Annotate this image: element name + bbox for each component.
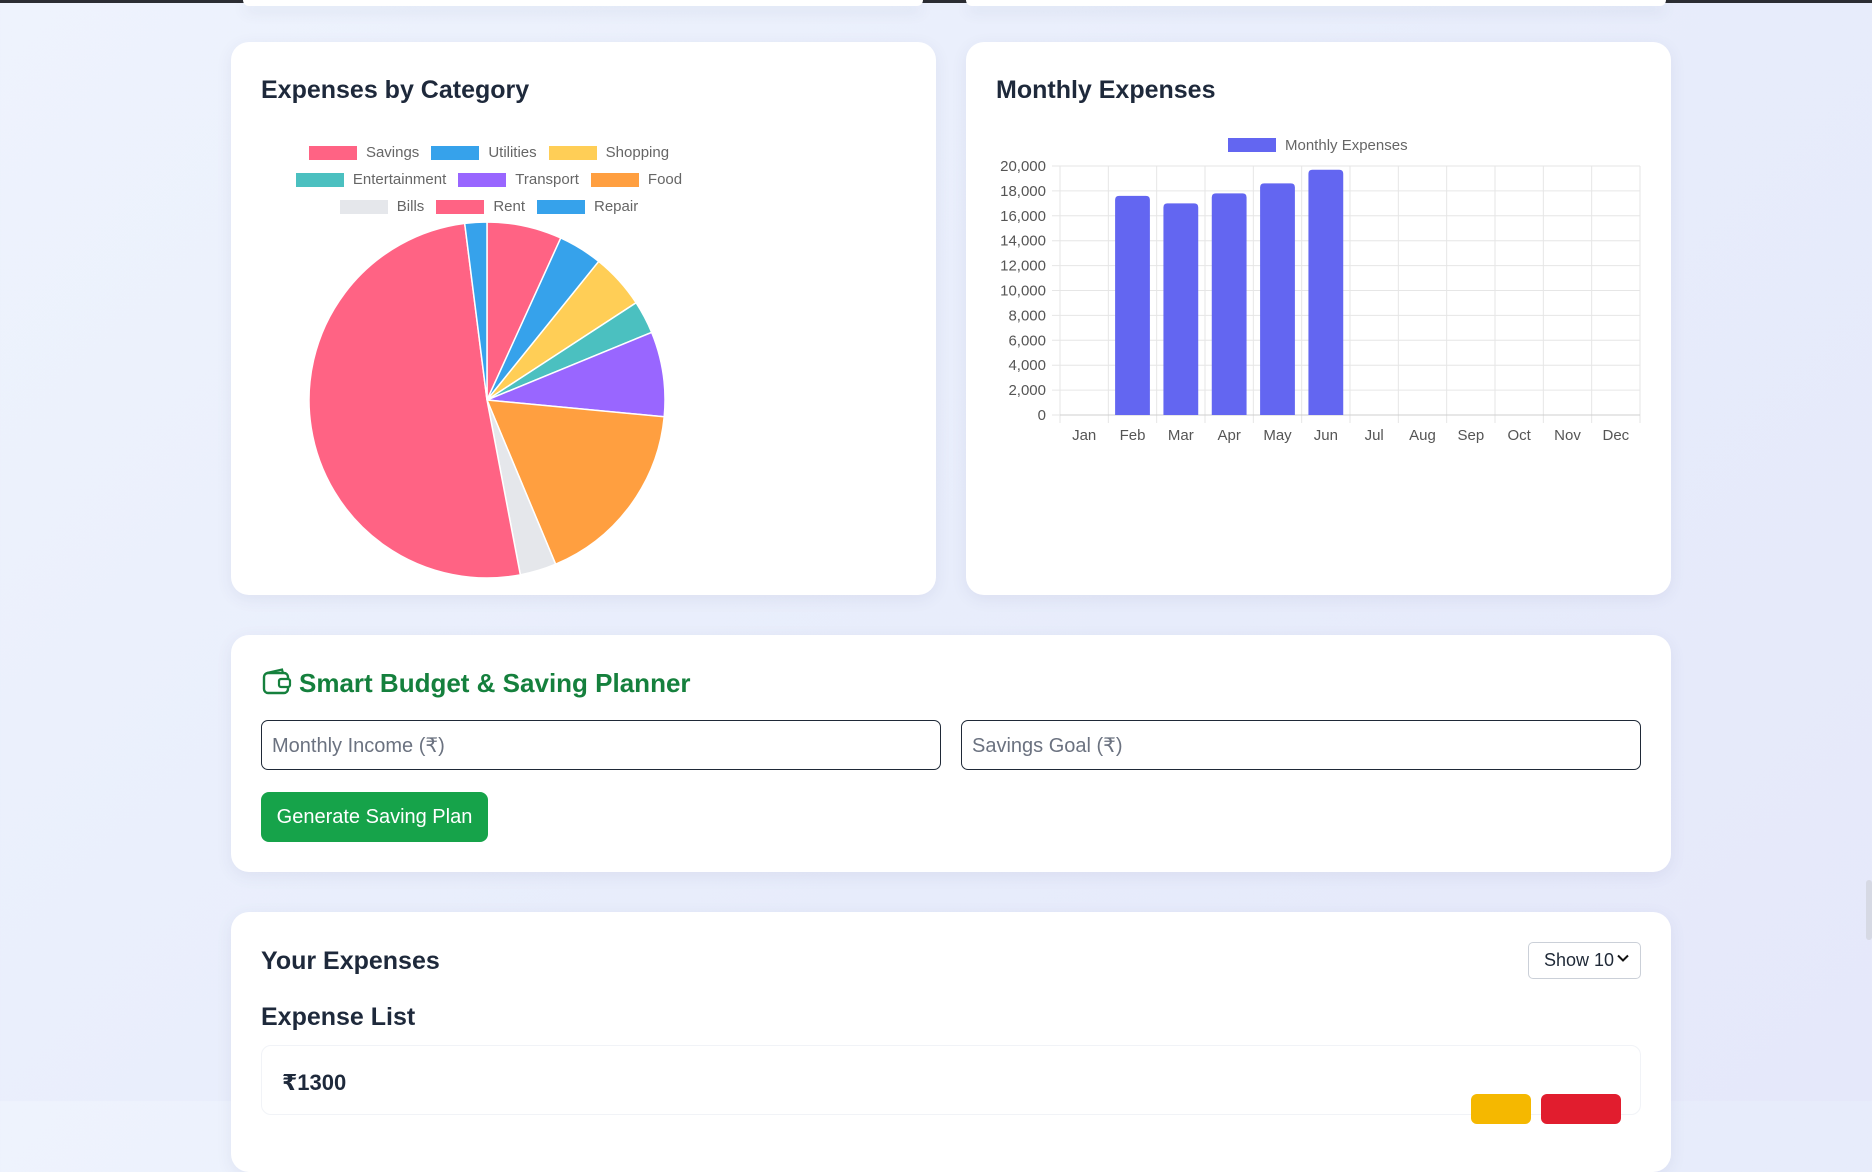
x-tick-label: Jun bbox=[1314, 427, 1338, 444]
x-tick-label: Jul bbox=[1365, 427, 1384, 444]
previous-card-edge bbox=[243, 0, 923, 6]
delete-button[interactable] bbox=[1541, 1094, 1621, 1124]
monthly-income-input[interactable]: Monthly Income (₹) bbox=[261, 720, 941, 770]
legend-swatch bbox=[431, 145, 480, 160]
bar-chart: Monthly Expenses 20,000 18,000 16,000 14,000… bbox=[1000, 137, 1641, 444]
show-count-value: Show 10 bbox=[1544, 950, 1615, 970]
legend-swatch bbox=[339, 199, 388, 214]
y-tick-label: 0 bbox=[1038, 407, 1046, 424]
previous-card-edge bbox=[966, 0, 1666, 6]
legend-swatch bbox=[295, 172, 344, 187]
legend-label: Rent bbox=[493, 198, 525, 215]
expenses-card bbox=[231, 912, 1671, 1172]
legend-item-savings[interactable]: Savings bbox=[308, 144, 420, 161]
show-count-select[interactable]: Show 10 bbox=[1528, 942, 1641, 979]
pie-slice-shopping[interactable] bbox=[486, 260, 638, 401]
legend-label: Utilities bbox=[488, 144, 537, 161]
y-tick-label: 12,000 bbox=[1000, 258, 1046, 275]
legend-label: Entertainment bbox=[352, 171, 447, 188]
wallet-icon bbox=[262, 668, 292, 695]
y-tick-label: 18,000 bbox=[1000, 183, 1046, 200]
legend-label: Savings bbox=[365, 144, 420, 161]
savings-goal-input[interactable]: Savings Goal (₹) bbox=[961, 720, 1641, 770]
y-tick-label: 6,000 bbox=[1008, 332, 1046, 349]
expense-amount: ₹1300 bbox=[282, 1070, 347, 1095]
y-tick-label: 4,000 bbox=[1008, 357, 1046, 374]
bar-jun[interactable] bbox=[1308, 169, 1344, 415]
legend-item-transport[interactable]: Transport bbox=[458, 171, 579, 188]
legend-swatch bbox=[458, 172, 507, 187]
y-tick-label: 20,000 bbox=[1000, 158, 1046, 175]
edit-button[interactable] bbox=[1471, 1094, 1531, 1124]
pie-slice-utilities[interactable] bbox=[486, 237, 600, 401]
legend-swatch bbox=[537, 199, 585, 214]
legend-swatch bbox=[590, 172, 639, 187]
x-tick-label: Dec bbox=[1602, 427, 1629, 444]
x-tick-label: Apr bbox=[1217, 427, 1240, 444]
planner-title: Smart Budget & Saving Planner bbox=[299, 668, 691, 698]
y-tick-label: 2,000 bbox=[1008, 382, 1046, 399]
generate-saving-plan-button[interactable]: Generate Saving Plan bbox=[261, 792, 488, 842]
bar-legend-swatch bbox=[1228, 138, 1276, 152]
pie-slice-repair[interactable] bbox=[463, 221, 488, 401]
pie-slice-food[interactable] bbox=[485, 399, 666, 566]
legend-item-rent[interactable]: Rent bbox=[436, 198, 525, 215]
x-tick-label: Oct bbox=[1507, 427, 1531, 444]
legend-label: Transport bbox=[515, 171, 579, 188]
legend-item-entertainment[interactable]: Entertainment bbox=[295, 171, 447, 188]
pie-slice-transport[interactable] bbox=[486, 331, 666, 418]
legend-swatch bbox=[548, 145, 597, 160]
y-tick-label: 16,000 bbox=[1000, 208, 1046, 225]
monthly-chart-card: Monthly Expenses Monthly Expenses 20,000 1… bbox=[966, 42, 1671, 595]
pie-slice-savings[interactable] bbox=[486, 221, 562, 401]
x-tick-label: May bbox=[1263, 427, 1292, 444]
pie-slice-rent[interactable] bbox=[308, 222, 522, 579]
bar-may[interactable] bbox=[1260, 183, 1295, 415]
category-chart-title: Expenses by Category bbox=[261, 76, 530, 104]
y-tick-label: 14,000 bbox=[1000, 233, 1046, 250]
legend-swatch bbox=[436, 199, 485, 214]
x-tick-label: Jan bbox=[1072, 427, 1096, 444]
legend-item-shopping[interactable]: Shopping bbox=[548, 144, 670, 161]
your-expenses-title: Your Expenses bbox=[261, 947, 440, 975]
legend-label: Food bbox=[647, 171, 683, 188]
chevron-down-icon bbox=[1617, 954, 1629, 962]
x-tick-label: Sep bbox=[1457, 427, 1484, 444]
legend-label: Repair bbox=[594, 198, 639, 215]
expense-list-title: Expense List bbox=[261, 1003, 416, 1031]
expense-item: ₹1300 bbox=[261, 1045, 1641, 1124]
pie-slice-entertainment[interactable] bbox=[486, 301, 653, 401]
legend-item-repair[interactable]: Repair bbox=[537, 198, 638, 215]
x-tick-label: Aug bbox=[1409, 427, 1436, 444]
legend-label: Bills bbox=[396, 198, 425, 215]
y-tick-label: 10,000 bbox=[1000, 283, 1046, 300]
legend-item-utilities[interactable]: Utilities bbox=[431, 144, 537, 161]
category-chart-card: Expenses by Category Savings Utilities Sho… bbox=[231, 42, 936, 595]
legend-item-food[interactable]: Food bbox=[590, 171, 683, 188]
pie-chart bbox=[308, 221, 666, 579]
legend-swatch bbox=[308, 145, 357, 160]
bar-legend-label[interactable]: Monthly Expenses bbox=[1285, 137, 1408, 154]
y-tick-label: 8,000 bbox=[1008, 307, 1046, 324]
bar-apr[interactable] bbox=[1211, 193, 1247, 415]
x-tick-label: Nov bbox=[1554, 427, 1581, 444]
scrollbar-edge[interactable] bbox=[1866, 880, 1872, 940]
x-tick-label: Mar bbox=[1168, 427, 1194, 444]
legend-item-bills[interactable]: Bills bbox=[339, 198, 425, 215]
bar-mar[interactable] bbox=[1163, 203, 1199, 415]
legend-label: Shopping bbox=[605, 144, 670, 161]
pie-slice-bills[interactable] bbox=[486, 399, 557, 576]
x-tick-label: Feb bbox=[1120, 427, 1146, 444]
bar-feb[interactable] bbox=[1115, 195, 1150, 415]
